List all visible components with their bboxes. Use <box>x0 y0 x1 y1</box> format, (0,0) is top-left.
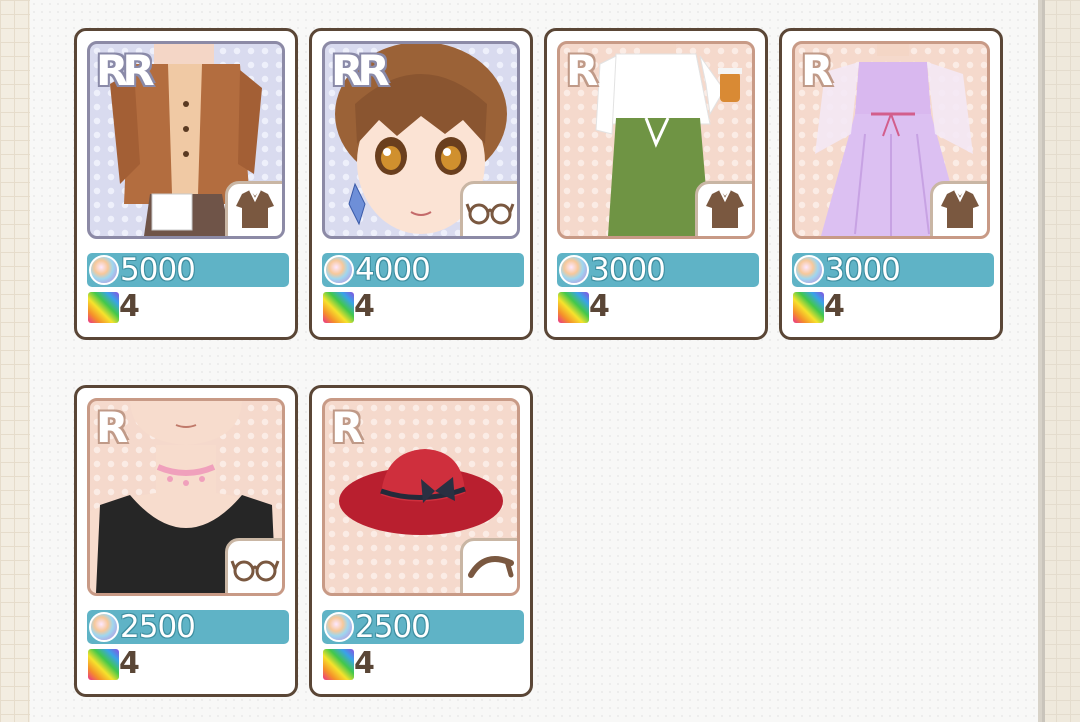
rainbow-gem-icon <box>558 292 589 323</box>
price-bar: 2500 <box>87 610 289 644</box>
pearl-currency-icon <box>89 255 119 285</box>
accessory-icon <box>460 181 517 236</box>
rainbow-gem-icon <box>793 292 824 323</box>
tops-icon <box>695 181 752 236</box>
rainbow-gem-icon <box>88 292 119 323</box>
rainbow-gem-icon <box>323 649 354 680</box>
item-quantity: 4 <box>824 289 845 324</box>
item-price: 4000 <box>355 252 431 288</box>
price-bar: 4000 <box>322 253 524 287</box>
pearl-currency-icon <box>324 255 354 285</box>
shop-item-card[interactable]: R 3000 4 <box>544 28 768 340</box>
item-price: 5000 <box>120 252 196 288</box>
shop-item-card[interactable]: R 3000 4 <box>779 28 1003 340</box>
item-quantity: 4 <box>589 289 610 324</box>
item-price: 3000 <box>825 252 901 288</box>
pearl-currency-icon <box>89 612 119 642</box>
shop-item-card[interactable]: RR 4000 4 <box>309 28 533 340</box>
item-price: 3000 <box>590 252 666 288</box>
price-bar: 5000 <box>87 253 289 287</box>
item-thumbnail: RR <box>87 41 285 239</box>
pearl-currency-icon <box>559 255 589 285</box>
tops-icon <box>930 181 987 236</box>
shop-item-card[interactable]: RR 5000 4 <box>74 28 298 340</box>
item-quantity: 4 <box>119 289 140 324</box>
price-bar: 3000 <box>792 253 994 287</box>
rarity-badge: R <box>801 46 833 95</box>
rarity-badge: RR <box>96 46 155 95</box>
rarity-badge: R <box>566 46 598 95</box>
item-thumbnail: R <box>322 398 520 596</box>
item-price: 2500 <box>120 609 196 645</box>
accessory-icon <box>225 538 282 593</box>
shop-item-card[interactable]: R 2500 4 <box>74 385 298 697</box>
price-bar: 2500 <box>322 610 524 644</box>
rarity-badge: RR <box>331 46 390 95</box>
item-price: 2500 <box>355 609 431 645</box>
item-quantity: 4 <box>119 646 140 681</box>
item-thumbnail: R <box>557 41 755 239</box>
notebook-margin <box>0 0 30 722</box>
rainbow-gem-icon <box>88 649 119 680</box>
item-thumbnail: R <box>792 41 990 239</box>
rainbow-gem-icon <box>323 292 354 323</box>
item-quantity: 4 <box>354 289 375 324</box>
item-thumbnail: RR <box>322 41 520 239</box>
item-thumbnail: R <box>87 398 285 596</box>
pearl-currency-icon <box>324 612 354 642</box>
price-bar: 3000 <box>557 253 759 287</box>
item-quantity: 4 <box>354 646 375 681</box>
panel-scroll-frame[interactable] <box>1038 0 1080 722</box>
hat-icon <box>460 538 517 593</box>
rarity-badge: R <box>96 403 128 452</box>
pearl-currency-icon <box>794 255 824 285</box>
shop-item-card[interactable]: R 2500 4 <box>309 385 533 697</box>
rarity-badge: R <box>331 403 363 452</box>
tops-icon <box>225 181 282 236</box>
